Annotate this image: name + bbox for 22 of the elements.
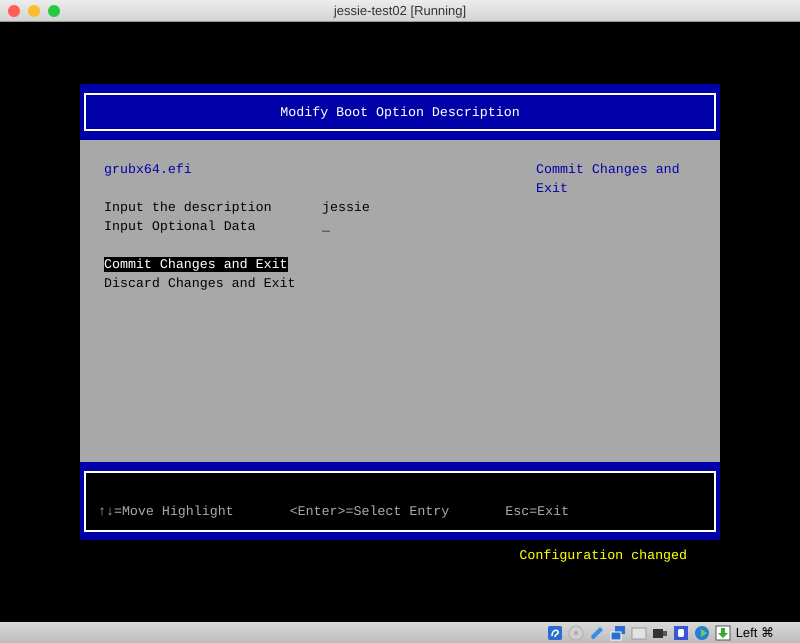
window-title: jessie-test02 [Running] bbox=[334, 3, 466, 18]
menu-item[interactable]: Discard Changes and Exit bbox=[104, 276, 296, 291]
pen-icon[interactable] bbox=[588, 624, 605, 640]
download-icon[interactable] bbox=[714, 624, 731, 640]
help-text: Commit Changes and Exit bbox=[536, 161, 681, 198]
network-icon[interactable] bbox=[610, 624, 626, 640]
field-value[interactable]: jessie bbox=[322, 198, 370, 217]
close-button[interactable] bbox=[8, 5, 20, 17]
key-hint: <Enter>=Select Entry bbox=[290, 504, 450, 519]
zoom-button[interactable] bbox=[48, 5, 60, 17]
chip-icon[interactable] bbox=[672, 624, 689, 640]
host-key-label: Left ⌘ bbox=[736, 625, 774, 640]
menu-item[interactable]: Commit Changes and Exit bbox=[104, 257, 288, 272]
key-hint: Esc=Exit bbox=[505, 504, 570, 519]
field-label: Input the description bbox=[104, 199, 273, 217]
field-value[interactable]: _ bbox=[322, 217, 330, 236]
status-message: Configuration changed bbox=[519, 548, 687, 563]
key-hint: ↑↓=Move Highlight bbox=[98, 504, 234, 519]
page-title: Modify Boot Option Description bbox=[280, 104, 520, 120]
field-label: Input Optional Data bbox=[104, 218, 257, 236]
file-name: grubx64.efi bbox=[104, 161, 193, 179]
disc-icon[interactable] bbox=[568, 624, 584, 640]
